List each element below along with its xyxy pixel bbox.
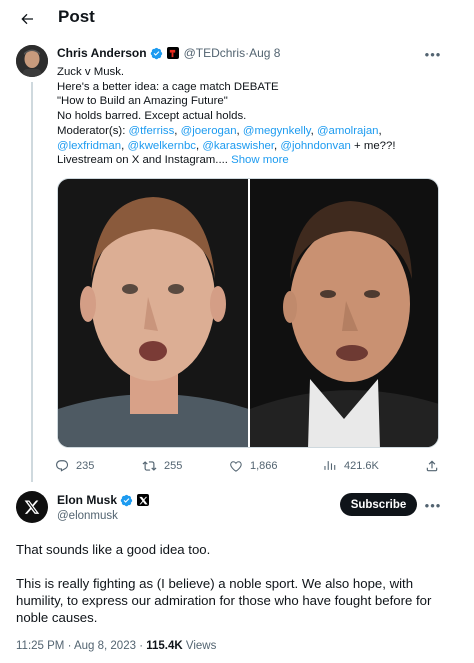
back-button[interactable] xyxy=(14,6,40,32)
verified-badge-icon xyxy=(150,47,163,60)
show-more-link[interactable]: Show more xyxy=(231,154,289,166)
views-label: Views xyxy=(182,640,217,652)
livestream-text: Livestream on X and Instagram.... xyxy=(57,154,228,167)
mention-link[interactable]: @karaswisher xyxy=(202,140,274,152)
reply-button[interactable]: 235 xyxy=(55,459,94,473)
arrow-left-icon xyxy=(21,13,33,25)
moderators-label: Moderator(s): xyxy=(57,124,126,137)
x-logo-icon xyxy=(24,500,40,514)
mention-link[interactable]: @kwelkernbc xyxy=(127,140,196,152)
text-line: noble causes. xyxy=(16,610,98,625)
text-line: This is really fighting as (I believe) a… xyxy=(16,576,414,591)
subscribe-button[interactable]: Subscribe xyxy=(340,493,417,516)
author-name[interactable]: Chris Anderson xyxy=(57,46,147,60)
mention-link[interactable]: @amolrajan xyxy=(317,125,379,137)
text-line: Here's a better idea: a cage match DEBAT… xyxy=(57,80,279,93)
post-views-count: 115.4K xyxy=(146,640,183,652)
like-count: 1,866 xyxy=(250,460,278,472)
text-line: No holds barred. Except actual holds. xyxy=(57,110,247,123)
avatar[interactable] xyxy=(16,491,48,523)
post-time[interactable]: 11:25 PM xyxy=(16,640,64,652)
views-button[interactable]: 421.6K xyxy=(324,459,379,472)
text-line: Zuck v Musk. xyxy=(57,66,125,78)
share-upload-icon xyxy=(426,460,438,472)
avatar[interactable] xyxy=(16,45,48,77)
moderators-line: Moderator(s): @tferriss, @joerogan, @meg… xyxy=(57,124,457,139)
author-handle[interactable]: @TEDchris xyxy=(184,46,246,60)
more-options-button[interactable]: ••• xyxy=(423,497,443,513)
mention-link[interactable]: @tferriss xyxy=(129,125,175,137)
separator-dot: · xyxy=(136,640,147,652)
page-title: Post xyxy=(58,7,95,26)
mention-link[interactable]: @joerogan xyxy=(181,125,237,137)
text-tail: + me??! xyxy=(350,139,396,152)
author-handle[interactable]: @elonmusk xyxy=(57,510,118,522)
more-dots-icon: ••• xyxy=(424,46,442,62)
mention-link[interactable]: @lexfridman xyxy=(57,140,121,152)
photo-right[interactable] xyxy=(250,179,438,447)
reply-count: 235 xyxy=(76,460,95,472)
share-button[interactable] xyxy=(425,459,439,473)
bar-chart-icon xyxy=(324,461,336,470)
separator-dot: · xyxy=(64,640,74,652)
author-name[interactable]: Elon Musk xyxy=(57,493,117,507)
affiliate-badge-icon xyxy=(137,494,150,506)
post-date[interactable]: Aug 8, 2023 xyxy=(74,640,136,652)
repost-icon xyxy=(142,461,157,471)
photo-left[interactable] xyxy=(58,179,248,447)
mention-link[interactable]: @megynkelly xyxy=(243,125,311,137)
comma: , xyxy=(378,124,382,137)
repost-button[interactable]: 255 xyxy=(142,459,182,473)
quoted-post-text: Zuck v Musk. Here's a better idea: a cag… xyxy=(57,65,457,168)
text-paragraph: That sounds like a good idea too. xyxy=(16,542,211,557)
post-date[interactable]: Aug 8 xyxy=(249,46,280,60)
text-line: humility, to express our admiration for … xyxy=(16,593,432,608)
post-text: That sounds like a good idea too. This i… xyxy=(16,541,456,626)
media-grid xyxy=(57,178,439,448)
mentions-line: @lexfridman, @kwelkernbc, @karaswisher, … xyxy=(57,139,457,154)
like-button[interactable]: 1,866 xyxy=(229,459,278,473)
post-meta: 11:25 PM · Aug 8, 2023 · 115.4K Views xyxy=(16,640,216,652)
more-options-button[interactable]: ••• xyxy=(423,46,443,62)
views-count: 421.6K xyxy=(344,459,379,472)
reply-bubble-icon xyxy=(56,460,69,472)
text-line: Livestream on X and Instagram.... Show m… xyxy=(57,153,457,168)
top-bar: Post xyxy=(0,0,474,36)
quoted-post-header: Chris Anderson @TEDchris · Aug 8 xyxy=(57,46,280,60)
heart-icon xyxy=(230,461,242,472)
verified-badge-icon xyxy=(120,494,133,507)
avatar-photo xyxy=(16,45,48,77)
post-header: Elon Musk xyxy=(57,493,150,507)
repost-count: 255 xyxy=(164,460,183,472)
affiliate-badge-icon xyxy=(166,47,179,59)
more-dots-icon: ••• xyxy=(424,497,442,513)
thread-connector-line xyxy=(31,82,33,482)
mention-link[interactable]: @johndonvan xyxy=(280,140,350,152)
text-line: "How to Build an Amazing Future" xyxy=(57,95,228,108)
post-actions: 235 255 1,866 421.6K xyxy=(55,459,440,475)
